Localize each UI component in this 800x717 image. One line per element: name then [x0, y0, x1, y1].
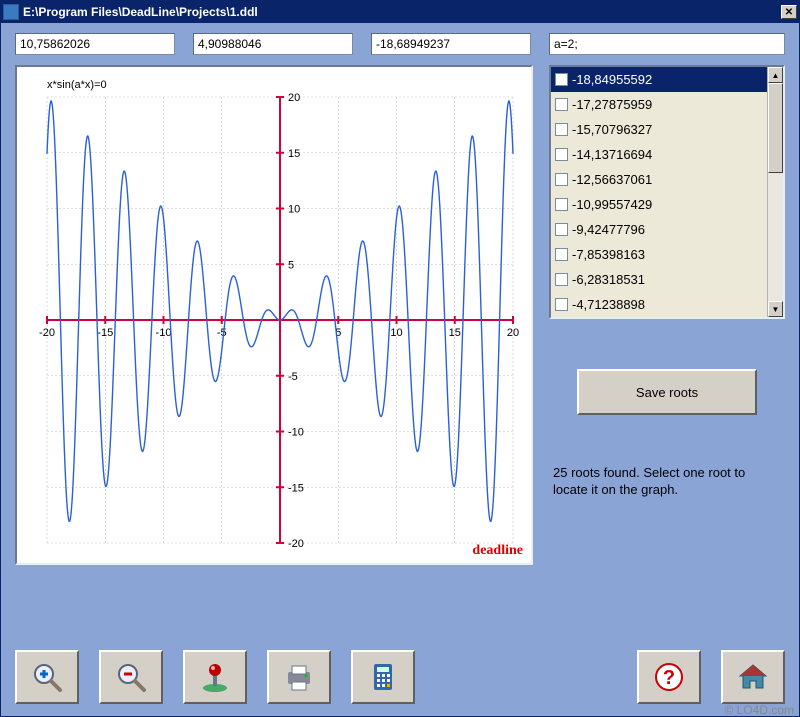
toolbar: ?	[15, 646, 785, 704]
checkbox[interactable]	[555, 198, 568, 211]
calculator-button[interactable]	[351, 650, 415, 704]
checkbox[interactable]	[555, 298, 568, 311]
chart-panel: -20-15-10-55101520-20-15-10-55101520 x*s…	[15, 65, 533, 565]
svg-text:-10: -10	[156, 327, 172, 339]
list-item[interactable]: -10,99557429	[551, 192, 767, 217]
svg-text:-5: -5	[288, 371, 298, 383]
list-item-label: -9,42477796	[572, 222, 645, 237]
scroll-up-button[interactable]: ▲	[768, 67, 783, 83]
arrow-up-icon: ▲	[772, 71, 780, 80]
save-roots-button[interactable]: Save roots	[577, 369, 757, 415]
svg-text:?: ?	[663, 667, 675, 689]
list-item-label: -10,99557429	[572, 197, 652, 212]
client-area: -20-15-10-55101520-20-15-10-55101520 x*s…	[1, 23, 799, 716]
svg-text:20: 20	[288, 92, 300, 104]
window-title: E:\Program Files\DeadLine\Projects\1.ddl	[23, 5, 781, 19]
main-row: -20-15-10-55101520-20-15-10-55101520 x*s…	[15, 65, 785, 636]
side-column: -18,84955592 -17,27875959 -15,70796327 -14,…	[549, 65, 785, 636]
checkbox[interactable]	[555, 248, 568, 261]
list-item-label: -17,27875959	[572, 97, 652, 112]
value-1-input[interactable]	[15, 33, 175, 55]
svg-text:15: 15	[288, 148, 300, 160]
printer-icon	[282, 660, 316, 694]
list-item[interactable]: -9,42477796	[551, 217, 767, 242]
help-button[interactable]: ?	[637, 650, 701, 704]
zoom-in-icon	[30, 660, 64, 694]
calculator-icon	[366, 660, 400, 694]
input-row	[15, 33, 785, 55]
svg-text:10: 10	[390, 327, 402, 339]
titlebar[interactable]: E:\Program Files\DeadLine\Projects\1.ddl…	[1, 1, 799, 23]
list-item[interactable]: -12,56637061	[551, 167, 767, 192]
list-item[interactable]: -15,70796327	[551, 117, 767, 142]
zoom-in-button[interactable]	[15, 650, 79, 704]
home-button[interactable]	[721, 650, 785, 704]
svg-text:-10: -10	[288, 427, 304, 439]
list-item[interactable]: -6,28318531	[551, 267, 767, 292]
list-item[interactable]: -14,13716694	[551, 142, 767, 167]
arrow-down-icon: ▼	[772, 305, 780, 314]
list-item-label: -4,71238898	[572, 297, 645, 312]
list-item-label: -14,13716694	[572, 147, 652, 162]
checkbox[interactable]	[555, 173, 568, 186]
help-icon: ?	[652, 660, 686, 694]
scrollbar[interactable]: ▲ ▼	[767, 67, 783, 317]
checkbox[interactable]	[555, 98, 568, 111]
zoom-out-button[interactable]	[99, 650, 163, 704]
list-item-label: -12,56637061	[572, 172, 652, 187]
watermark: deadline	[472, 543, 523, 559]
value-3-input[interactable]	[371, 33, 531, 55]
joystick-icon	[198, 660, 232, 694]
svg-text:-5: -5	[217, 327, 227, 339]
svg-text:-15: -15	[288, 482, 304, 494]
svg-text:20: 20	[507, 327, 519, 339]
checkbox[interactable]	[555, 73, 568, 86]
checkbox[interactable]	[555, 148, 568, 161]
chart-plot: -20-15-10-55101520-20-15-10-55101520	[17, 67, 531, 563]
checkbox[interactable]	[555, 223, 568, 236]
print-button[interactable]	[267, 650, 331, 704]
list-item-label: -6,28318531	[572, 272, 645, 287]
scroll-down-button[interactable]: ▼	[768, 301, 783, 317]
save-roots-label: Save roots	[636, 385, 698, 400]
zoom-out-icon	[114, 660, 148, 694]
home-icon	[736, 660, 770, 694]
list-item-label: -18,84955592	[572, 72, 652, 87]
list-item-label: -15,70796327	[572, 122, 652, 137]
svg-text:10: 10	[288, 204, 300, 216]
svg-text:15: 15	[449, 327, 461, 339]
list-item[interactable]: -18,84955592	[551, 67, 767, 92]
checkbox[interactable]	[555, 123, 568, 136]
roots-listbox[interactable]: -18,84955592 -17,27875959 -15,70796327 -14,…	[549, 65, 785, 319]
svg-text:-15: -15	[97, 327, 113, 339]
list-item-label: -7,85398163	[572, 247, 645, 262]
app-window: E:\Program Files\DeadLine\Projects\1.ddl…	[0, 0, 800, 717]
scroll-thumb[interactable]	[768, 83, 783, 173]
app-icon	[3, 4, 19, 20]
close-icon: ✕	[785, 7, 793, 18]
pan-button[interactable]	[183, 650, 247, 704]
value-2-input[interactable]	[193, 33, 353, 55]
svg-text:5: 5	[288, 259, 294, 271]
checkbox[interactable]	[555, 273, 568, 286]
status-text: 25 roots found. Select one root to locat…	[549, 465, 785, 499]
svg-text:-20: -20	[39, 327, 55, 339]
equation-label: x*sin(a*x)=0	[47, 79, 107, 91]
list-item[interactable]: -7,85398163	[551, 242, 767, 267]
scroll-track[interactable]	[768, 83, 783, 301]
list-item[interactable]: -17,27875959	[551, 92, 767, 117]
svg-text:-20: -20	[288, 538, 304, 550]
close-button[interactable]: ✕	[781, 5, 797, 19]
params-input[interactable]	[549, 33, 785, 55]
list-item[interactable]: -4,71238898	[551, 292, 767, 317]
